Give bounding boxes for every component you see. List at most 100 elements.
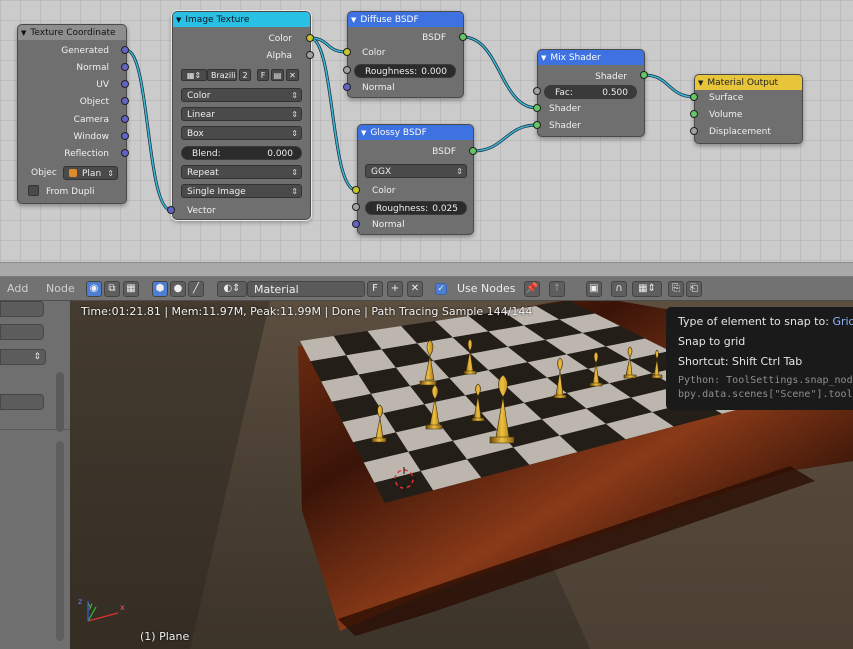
tool-shelf-scrollbar[interactable] [56,372,64,432]
copy-material-icon[interactable]: ⎘ [668,281,684,297]
collapse-arrow-icon[interactable]: ▼ [361,129,366,137]
socket-normal[interactable] [121,63,129,71]
material-browse-button[interactable]: ◐⇕ [217,281,247,297]
collapse-arrow-icon[interactable]: ▼ [351,16,356,24]
fake-user-button[interactable]: F [257,69,269,81]
socket-glossy-color-in[interactable] [352,186,360,194]
socket-diffuse-normal-in[interactable] [343,83,351,91]
socket-diffuse-color-in[interactable] [343,48,351,56]
source-dropdown[interactable]: Single Image [181,184,302,199]
checkbox-icon[interactable] [28,185,39,196]
fake-user-button[interactable]: F [367,281,383,297]
socket-generated[interactable] [121,46,129,54]
output-camera: Camera [73,115,109,125]
socket-mix-shader-out[interactable] [640,71,648,79]
node-header[interactable]: ▼ Glossy BSDF [358,125,473,140]
blend-label: Blend: [192,149,221,159]
blend-value: 0.000 [267,149,293,159]
tool-button[interactable] [0,394,44,410]
collapse-arrow-icon[interactable]: ▼ [21,29,26,37]
material-output-node[interactable]: ▼ Material Output Surface Volume Displace… [694,74,803,144]
image-browse-button[interactable]: ▦⇕ [181,69,207,81]
socket-window[interactable] [121,132,129,140]
fac-value: 0.500 [602,88,628,98]
node-editor-header: Add Node ◉ ⧉ ▦ ⬢ ● ╱ ◐⇕ Material F + ✕ ✓… [0,277,853,301]
socket-camera[interactable] [121,115,129,123]
roughness-slider[interactable]: Roughness: 0.025 [365,201,467,215]
from-dupli-checkbox[interactable]: From Dupli [28,185,95,199]
socket-object[interactable] [121,97,129,105]
node-menu[interactable]: Node [46,281,75,297]
collapse-arrow-icon[interactable]: ▼ [541,54,546,62]
node-header[interactable]: ▼ Texture Coordinate [18,25,126,40]
socket-output-surface-in[interactable] [690,93,698,101]
compositing-type-icon[interactable]: ⧉ [104,281,120,297]
socket-glossy-roughness-in[interactable] [352,203,360,211]
extension-dropdown[interactable]: Repeat [181,165,302,180]
use-nodes-checkbox[interactable]: ✓ [435,283,447,295]
image-texture-node[interactable]: ▼ Image Texture Color Alpha ▦⇕ Brazili 2 … [171,10,312,221]
tool-button[interactable] [0,324,44,340]
socket-glossy-bsdf-out[interactable] [469,147,477,155]
socket-alpha-out[interactable] [306,51,314,59]
collapse-arrow-icon[interactable]: ▼ [176,16,181,24]
line-style-icon[interactable]: ╱ [188,281,204,297]
socket-glossy-normal-in[interactable] [352,220,360,228]
image-users-count[interactable]: 2 [239,69,251,81]
blend-slider[interactable]: Blend: 0.000 [181,146,302,160]
node-header[interactable]: ▼ Image Texture [173,12,310,27]
tool-shelf-scrollbar[interactable] [56,441,64,641]
input-shader-2: Shader [549,121,581,131]
socket-uv[interactable] [121,80,129,88]
snap-element-dropdown[interactable]: ▦⇕ [632,281,662,297]
tooltip-python-data: bpy.data.scenes["Scene"].tool [678,389,853,400]
open-folder-icon[interactable]: ▤ [271,69,284,81]
diffuse-bsdf-node[interactable]: ▼ Diffuse BSDF BSDF Color Roughness: 0.00… [347,11,464,98]
material-name-field[interactable]: Material [247,281,365,297]
roughness-value: 0.025 [432,204,458,214]
paste-material-icon[interactable]: ⎗ [686,281,702,297]
parent-tree-icon[interactable]: ↑ [549,281,565,297]
unlink-icon[interactable]: ✕ [286,69,299,81]
shader-type-icon[interactable]: ◉ [86,281,102,297]
backdrop-icon[interactable]: ▣ [586,281,602,297]
socket-diffuse-roughness-in[interactable] [343,66,351,74]
texture-type-icon[interactable]: ▦ [123,281,139,297]
fac-slider[interactable]: Fac: 0.500 [544,85,637,99]
node-header[interactable]: ▼ Material Output [695,75,802,90]
socket-output-displacement-in[interactable] [690,127,698,135]
area-divider[interactable] [0,262,853,277]
interpolation-dropdown[interactable]: Linear [181,107,302,122]
socket-vector-in[interactable] [167,206,175,214]
socket-reflection[interactable] [121,149,129,157]
new-material-icon[interactable]: + [387,281,403,297]
color-space-dropdown[interactable]: Color [181,88,302,103]
tool-button[interactable] [0,301,44,317]
image-name-field[interactable]: Brazili [207,69,237,81]
object-field[interactable]: Plan [63,166,118,181]
object-shader-icon[interactable]: ⬢ [152,281,168,297]
socket-diffuse-bsdf-out[interactable] [459,33,467,41]
node-header[interactable]: ▼ Diffuse BSDF [348,12,463,27]
texture-coordinate-node[interactable]: ▼ Texture Coordinate Generated Normal UV … [17,24,127,204]
node-title: Image Texture [185,14,250,25]
socket-mix-shader2-in[interactable] [533,121,541,129]
node-editor-canvas[interactable]: ▼ Texture Coordinate Generated Normal UV … [0,0,853,262]
socket-mix-shader1-in[interactable] [533,104,541,112]
projection-dropdown[interactable]: Box [181,126,302,141]
snap-toggle-icon[interactable]: ∩ [611,281,627,297]
socket-mix-fac-in[interactable] [533,87,541,95]
socket-color-out[interactable] [306,34,314,42]
pin-icon[interactable]: 📌 [524,281,540,297]
world-shader-icon[interactable]: ● [170,281,186,297]
add-menu[interactable]: Add [7,281,28,297]
collapse-arrow-icon[interactable]: ▼ [698,79,703,87]
socket-output-volume-in[interactable] [690,110,698,118]
mix-shader-node[interactable]: ▼ Mix Shader Shader Fac: 0.500 Shader Sha… [537,49,645,137]
roughness-slider[interactable]: Roughness: 0.000 [354,64,456,78]
unlink-material-icon[interactable]: ✕ [407,281,423,297]
glossy-bsdf-node[interactable]: ▼ Glossy BSDF BSDF GGX Color Roughness: 0… [357,124,474,235]
distribution-dropdown[interactable]: GGX [365,164,467,179]
tool-dropdown[interactable]: ⇕ [0,349,46,365]
node-header[interactable]: ▼ Mix Shader [538,50,644,65]
